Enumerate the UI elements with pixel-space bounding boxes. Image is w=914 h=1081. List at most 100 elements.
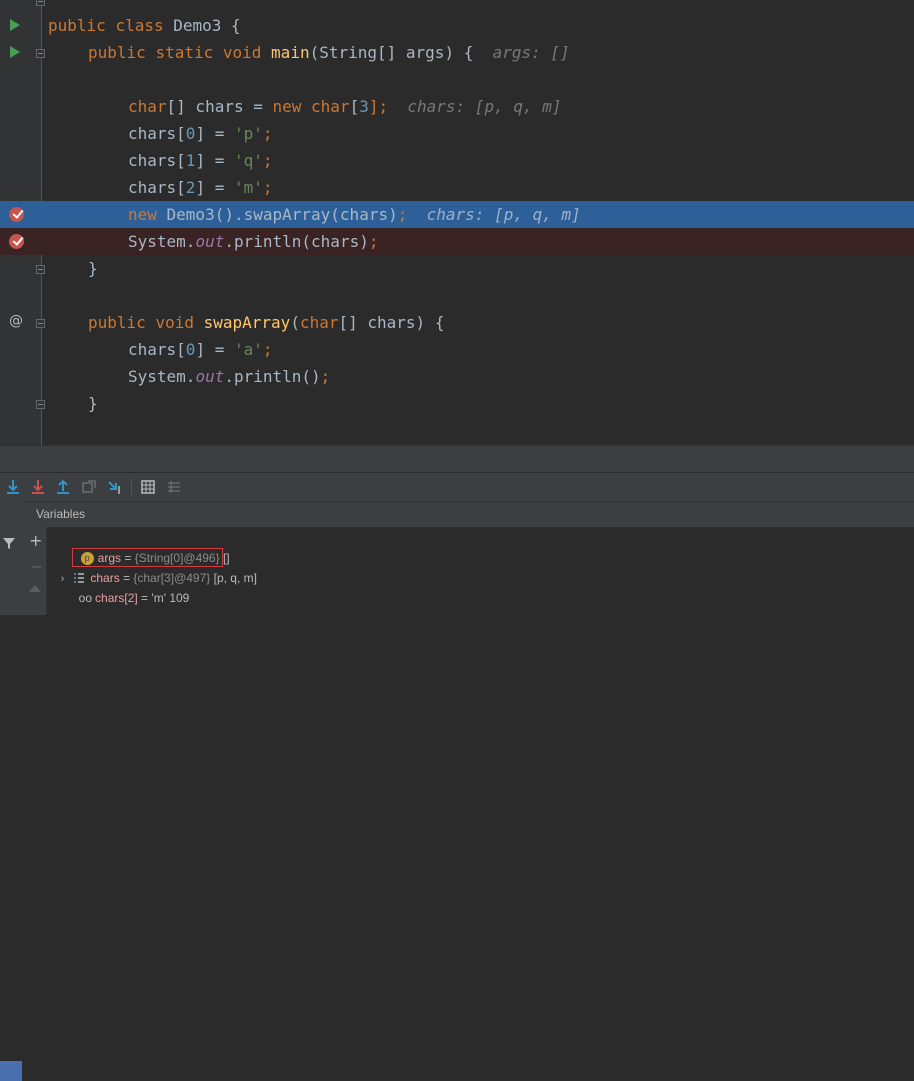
code-editor[interactable]: public class Demo3 { public static void … bbox=[0, 0, 914, 445]
code-text: chars[1] = 'q'; bbox=[128, 147, 273, 174]
code-token: void bbox=[222, 43, 272, 62]
code-token: chars[ bbox=[128, 178, 186, 197]
code-token: public bbox=[88, 43, 156, 62]
code-text: chars[2] = 'm'; bbox=[128, 174, 273, 201]
filter-icon[interactable] bbox=[2, 536, 16, 550]
code-token: ]; bbox=[368, 97, 408, 116]
variable-eq: = bbox=[137, 591, 152, 605]
fold-marker-icon[interactable] bbox=[36, 49, 45, 58]
variable-row-watch[interactable]: oo chars[2] = 'm' 109 bbox=[72, 568, 190, 605]
code-token: ; bbox=[262, 151, 273, 170]
code-token: chars[ bbox=[128, 124, 186, 143]
variables-tools: + − bbox=[24, 527, 47, 615]
breakpoint-line: System.out.println(chars); bbox=[0, 228, 914, 255]
code-token: out bbox=[195, 232, 225, 251]
code-token: main bbox=[271, 43, 310, 62]
breakpoint-icon[interactable] bbox=[9, 207, 24, 222]
breakpoint-icon[interactable] bbox=[9, 234, 24, 249]
code-token: char bbox=[311, 97, 350, 116]
code-line-6: chars[1] = 'q'; bbox=[0, 147, 914, 174]
code-line-5: chars[0] = 'p'; bbox=[0, 120, 914, 147]
expand-arrow-icon[interactable]: › bbox=[61, 573, 65, 585]
code-token: args: [] bbox=[492, 43, 570, 62]
at-icon[interactable]: @ bbox=[9, 313, 23, 329]
fold-marker-icon[interactable] bbox=[36, 265, 45, 274]
code-token: ] = bbox=[195, 124, 234, 143]
code-line-7: chars[2] = 'm'; bbox=[0, 174, 914, 201]
code-token: static bbox=[155, 43, 223, 62]
code-token: ] = bbox=[195, 340, 234, 359]
toolbar-separator bbox=[131, 479, 132, 495]
move-up-icon[interactable] bbox=[29, 585, 41, 592]
variables-header: Variables bbox=[24, 501, 914, 528]
step-out-icon[interactable] bbox=[54, 478, 72, 496]
code-line-15: } bbox=[0, 390, 914, 417]
highlight-box bbox=[72, 548, 223, 567]
code-token: ] = bbox=[195, 178, 234, 197]
code-token: System. bbox=[128, 367, 196, 386]
code-token: chars: [p, q, m] bbox=[407, 97, 562, 116]
step-into-icon[interactable] bbox=[29, 478, 47, 496]
code-token: chars[ bbox=[128, 340, 186, 359]
code-token: class bbox=[115, 16, 174, 35]
watch-icon: oo bbox=[78, 591, 93, 605]
fold-marker-icon[interactable] bbox=[36, 400, 45, 409]
variables-title: Variables bbox=[36, 507, 86, 521]
code-line-2: public static void main(String[] args) {… bbox=[0, 39, 914, 66]
variable-row-args[interactable]: p args = {String[0]@496} [] bbox=[74, 528, 230, 566]
add-watch-icon[interactable]: + bbox=[29, 531, 42, 550]
code-text: new Demo3().swapArray(chars); chars: [p,… bbox=[128, 201, 581, 228]
code-token: 'q' bbox=[233, 151, 263, 170]
code-token: 'p' bbox=[233, 124, 263, 143]
code-text: System.out.println(); bbox=[128, 363, 330, 390]
run-main-icon[interactable] bbox=[10, 46, 20, 58]
code-token: .println() bbox=[224, 367, 321, 386]
step-over-icon[interactable] bbox=[4, 478, 22, 496]
run-class-icon[interactable] bbox=[10, 19, 20, 31]
code-token: .println(chars) bbox=[224, 232, 369, 251]
code-token: char bbox=[128, 97, 167, 116]
code-token: void bbox=[155, 313, 204, 332]
code-text: public static void main(String[] args) {… bbox=[88, 39, 570, 66]
code-text: } bbox=[88, 390, 98, 417]
drop-frame-icon[interactable] bbox=[80, 478, 98, 496]
trace-icon[interactable] bbox=[165, 478, 183, 496]
current-execution-line: new Demo3().swapArray(chars); chars: [p,… bbox=[0, 201, 914, 228]
code-token: } bbox=[88, 259, 98, 278]
code-line-10: } bbox=[0, 255, 914, 282]
frames-strip bbox=[0, 501, 25, 1081]
code-token: new bbox=[128, 205, 167, 224]
code-text: public class Demo3 { bbox=[48, 12, 241, 39]
code-token: ; bbox=[397, 205, 427, 224]
evaluate-expression-icon[interactable] bbox=[139, 478, 157, 496]
code-token: ; bbox=[320, 367, 331, 386]
run-to-cursor-icon[interactable] bbox=[106, 478, 124, 496]
fold-marker-icon[interactable] bbox=[36, 0, 45, 6]
code-token: ; bbox=[262, 178, 273, 197]
code-token: 'a' bbox=[233, 340, 263, 359]
code-token: System. bbox=[128, 232, 196, 251]
code-token: 3 bbox=[359, 97, 369, 116]
code-line-4: char[] chars = new char[3]; chars: [p, q… bbox=[0, 93, 914, 120]
code-token: ; bbox=[368, 232, 379, 251]
code-line-14: System.out.println(); bbox=[0, 363, 914, 390]
code-token: 1 bbox=[185, 151, 196, 170]
code-token: ( bbox=[290, 313, 300, 332]
code-token: new bbox=[272, 97, 312, 116]
code-text: char[] chars = new char[3]; chars: [p, q… bbox=[128, 93, 562, 120]
code-token: Demo3 { bbox=[173, 16, 241, 35]
code-token: public bbox=[48, 16, 116, 35]
code-text: } bbox=[88, 255, 98, 282]
code-token: chars[ bbox=[128, 151, 186, 170]
code-token: (String[] args) { bbox=[309, 43, 493, 62]
fold-marker-icon[interactable] bbox=[36, 319, 45, 328]
code-token: 0 bbox=[185, 124, 196, 143]
code-token: 2 bbox=[185, 178, 196, 197]
code-token: ; bbox=[262, 340, 273, 359]
remove-watch-icon[interactable]: − bbox=[30, 557, 43, 576]
variable-value: 'm' 109 bbox=[151, 591, 190, 605]
panel-divider[interactable] bbox=[0, 445, 914, 473]
selected-frame[interactable] bbox=[0, 1061, 22, 1081]
